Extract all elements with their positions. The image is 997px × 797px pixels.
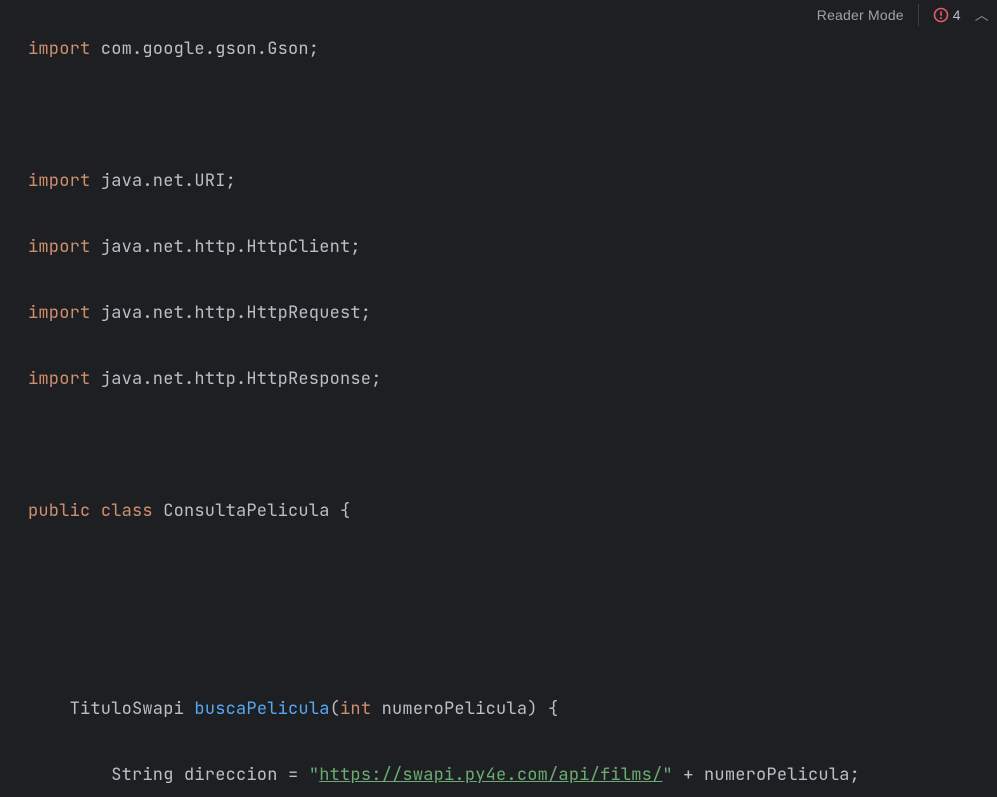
method-name: buscaPelicula [194,698,329,720]
class-name: ConsultaPelicula { [153,500,351,522]
keyword-import: import [28,302,90,324]
code-line[interactable]: public class ConsultaPelicula { [28,495,997,528]
code-line[interactable]: import java.net.http.HttpResponse; [28,363,997,396]
code-line[interactable]: import java.net.URI; [28,165,997,198]
import-path: java.net.http.HttpResponse; [90,368,381,390]
params: numeroPelicula) { [371,698,558,720]
code-line[interactable]: String direccion = "https://swapi.py4e.c… [28,759,997,792]
code-line[interactable]: import java.net.http.HttpRequest; [28,297,997,330]
keyword-public: public [28,500,90,522]
import-path: java.net.URI; [90,170,236,192]
code-text: + numeroPelicula; [673,764,860,786]
import-path: java.net.http.HttpRequest; [90,302,371,324]
keyword-import: import [28,170,90,192]
keyword-int: int [340,698,371,720]
code-area[interactable]: import com.google.gson.Gson; import java… [0,0,997,797]
chevron-up-icon[interactable]: ︿ [975,5,989,25]
reader-mode-button[interactable]: Reader Mode [817,7,904,23]
code-line[interactable]: TituloSwapi buscaPelicula(int numeroPeli… [28,693,997,726]
code-text: String direccion = [111,764,309,786]
indent [28,764,111,786]
error-icon [933,7,949,23]
import-path: com.google.gson.Gson; [90,38,319,60]
string-url[interactable]: https://swapi.py4e.com/api/films/ [319,764,662,786]
code-line-blank[interactable] [28,561,997,594]
toolbar-divider [918,4,919,26]
string-quote: " [309,764,319,786]
return-type: TituloSwapi [70,698,195,720]
code-line[interactable]: import com.google.gson.Gson; [28,33,997,66]
code-line-blank[interactable] [28,99,997,132]
keyword-class: class [101,500,153,522]
editor[interactable]: Reader Mode 4 ︿ import com.google.gson.G… [0,0,997,797]
keyword-import: import [28,38,90,60]
top-toolbar: Reader Mode 4 ︿ [817,4,989,26]
paren: ( [330,698,340,720]
error-count: 4 [953,7,961,23]
keyword-import: import [28,368,90,390]
code-line-blank[interactable] [28,627,997,660]
keyword-import: import [28,236,90,258]
import-path: java.net.http.HttpClient; [90,236,360,258]
code-line-blank[interactable] [28,429,997,462]
string-quote: " [662,764,672,786]
error-badge[interactable]: 4 [933,7,961,23]
code-line[interactable]: import java.net.http.HttpClient; [28,231,997,264]
